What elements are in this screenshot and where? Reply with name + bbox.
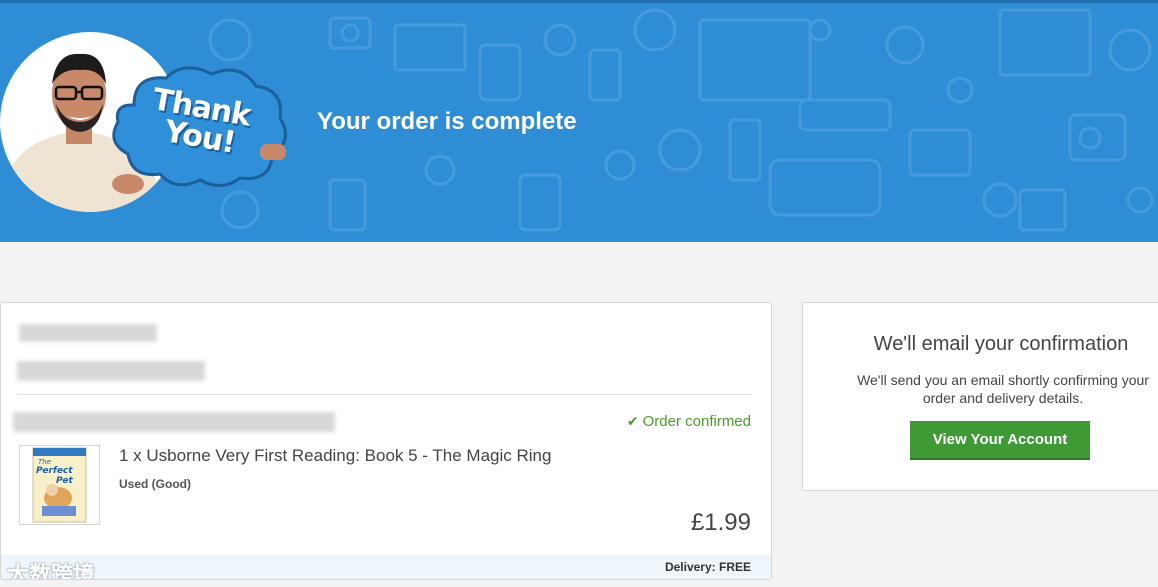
email-card-title: We'll email your confirmation — [873, 333, 1129, 355]
book-cover-title-2: Perfect — [36, 466, 73, 476]
item-price: £1.99 — [690, 509, 751, 536]
book-cover-title-3: Pet — [56, 476, 73, 486]
email-confirmation-card: We'll email your confirmation We'll send… — [802, 302, 1158, 491]
card-divider — [17, 394, 752, 395]
watermark-text: 大数跨境 — [7, 562, 96, 580]
book-thumbnail[interactable]: The Perfect Pet — [19, 445, 100, 525]
order-status: ✔ Order confirmed — [627, 413, 751, 430]
redacted-customer-address — [17, 361, 205, 381]
watermark-logo: 大数跨境 — [7, 557, 96, 580]
check-icon: ✔ — [626, 413, 639, 429]
delivery-info: Delivery: FREE — [664, 560, 751, 574]
item-title[interactable]: 1 x Usborne Very First Reading: Book 5 -… — [119, 446, 551, 466]
page-title: Your order is complete — [317, 108, 577, 135]
delivery-bar: Delivery: FREE — [1, 555, 771, 579]
order-status-label: Order confirmed — [642, 413, 751, 430]
email-card-text: We'll send you an email shortly confirmi… — [857, 372, 1149, 406]
view-account-button[interactable]: View Your Account — [910, 421, 1090, 460]
book-cover-title-1: The — [38, 458, 51, 466]
redacted-order-reference — [13, 412, 335, 432]
item-condition: Used (Good) — [119, 477, 191, 491]
redacted-customer-name — [19, 324, 157, 342]
order-summary-card: ✔ Order confirmed The Perfect Pet 1 x Usb… — [0, 302, 772, 580]
thank-you-cloud-badge: Thank You! — [104, 60, 294, 195]
header-banner: Thank You! Your order is complete — [0, 0, 1158, 242]
